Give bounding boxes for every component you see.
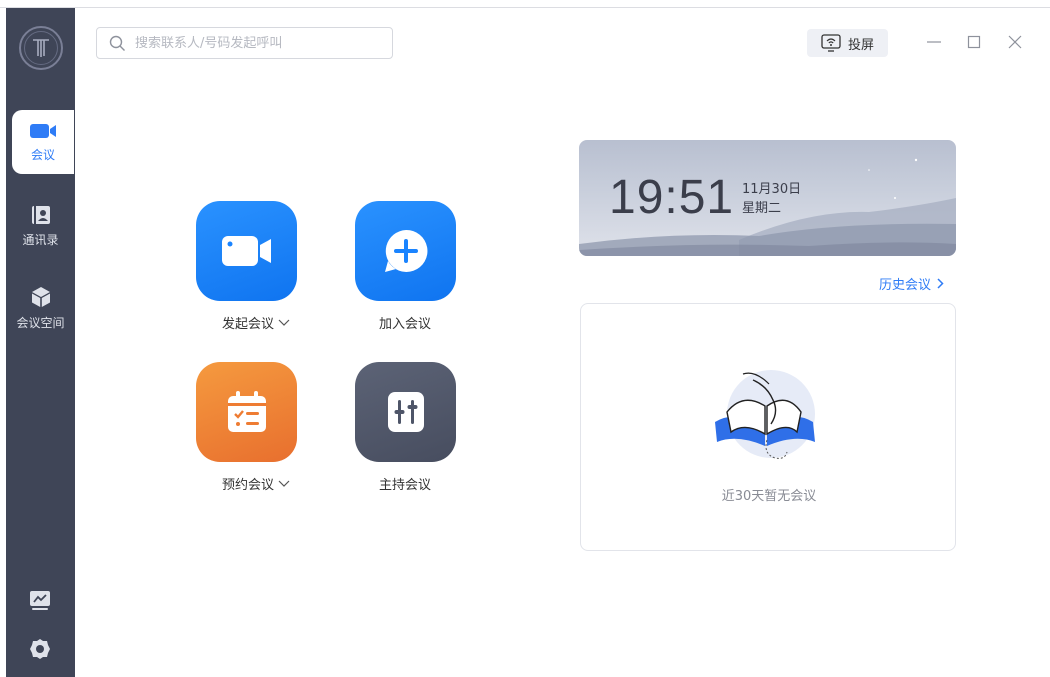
join-meeting-button[interactable] xyxy=(355,201,456,301)
sidebar-item-label: 会议 xyxy=(30,147,55,162)
chevron-down-icon[interactable] xyxy=(278,480,290,488)
window-top-border xyxy=(0,7,1050,8)
search-icon xyxy=(109,35,125,51)
cube-icon xyxy=(31,286,50,307)
search-box[interactable] xyxy=(96,27,393,59)
clock-card: 19:51 11月30日 星期二 xyxy=(579,140,956,256)
plus-circle-icon xyxy=(384,229,427,272)
maximize-icon xyxy=(967,35,981,49)
host-meeting-button[interactable] xyxy=(355,362,456,462)
chevron-right-icon xyxy=(937,278,944,289)
schedule-meeting-button[interactable] xyxy=(196,362,297,462)
sidebar-item-label: 会议空间 xyxy=(16,315,65,330)
cast-label: 投屏 xyxy=(847,37,874,53)
history-meetings-link[interactable]: 历史会议 xyxy=(879,274,944,293)
sidebar-item-label: 通讯录 xyxy=(22,232,59,247)
contacts-icon xyxy=(31,205,50,224)
open-book-icon xyxy=(715,370,815,459)
close-icon xyxy=(1008,35,1022,49)
video-camera-icon xyxy=(30,123,56,138)
search-input[interactable] xyxy=(135,35,375,51)
close-button[interactable] xyxy=(1006,33,1024,51)
clock-weekday: 星期二 xyxy=(742,201,782,216)
sidebar: 会议 通讯录 会议空间 xyxy=(6,8,75,677)
app-logo xyxy=(19,26,63,70)
whiteboard-icon xyxy=(30,591,50,610)
host-meeting-label[interactable]: 主持会议 xyxy=(335,474,475,493)
schedule-meeting-label[interactable]: 预约会议 xyxy=(186,474,326,493)
video-camera-icon xyxy=(221,236,271,266)
clock-time: 19:51 xyxy=(609,171,735,224)
maximize-button[interactable] xyxy=(965,33,983,51)
start-meeting-button[interactable] xyxy=(196,201,297,301)
clock-date-text: 11月30日 xyxy=(742,182,802,197)
settings-button[interactable] xyxy=(28,637,52,661)
settings-icon xyxy=(30,639,50,659)
whiteboard-button[interactable] xyxy=(28,589,52,613)
start-meeting-label[interactable]: 发起会议 xyxy=(186,313,326,332)
clock-date: 11月30日 星期二 xyxy=(742,180,801,218)
calendar-icon xyxy=(227,391,266,432)
sidebar-item-contacts[interactable]: 通讯录 xyxy=(6,194,75,258)
sidebar-item-meeting-space[interactable]: 会议空间 xyxy=(6,276,75,340)
minimize-icon xyxy=(927,41,941,43)
meeting-list-panel: 近30天暂无会议 xyxy=(580,303,956,551)
screen-cast-icon xyxy=(821,34,841,52)
sliders-icon xyxy=(387,392,424,432)
sidebar-item-meeting[interactable]: 会议 xyxy=(12,110,74,174)
screen-cast-button[interactable]: 投屏 xyxy=(807,29,888,57)
chevron-down-icon[interactable] xyxy=(278,319,290,327)
empty-state-text: 近30天暂无会议 xyxy=(721,489,817,504)
join-meeting-label[interactable]: 加入会议 xyxy=(335,313,475,332)
minimize-button[interactable] xyxy=(925,33,943,51)
logo-t-icon xyxy=(33,39,49,57)
